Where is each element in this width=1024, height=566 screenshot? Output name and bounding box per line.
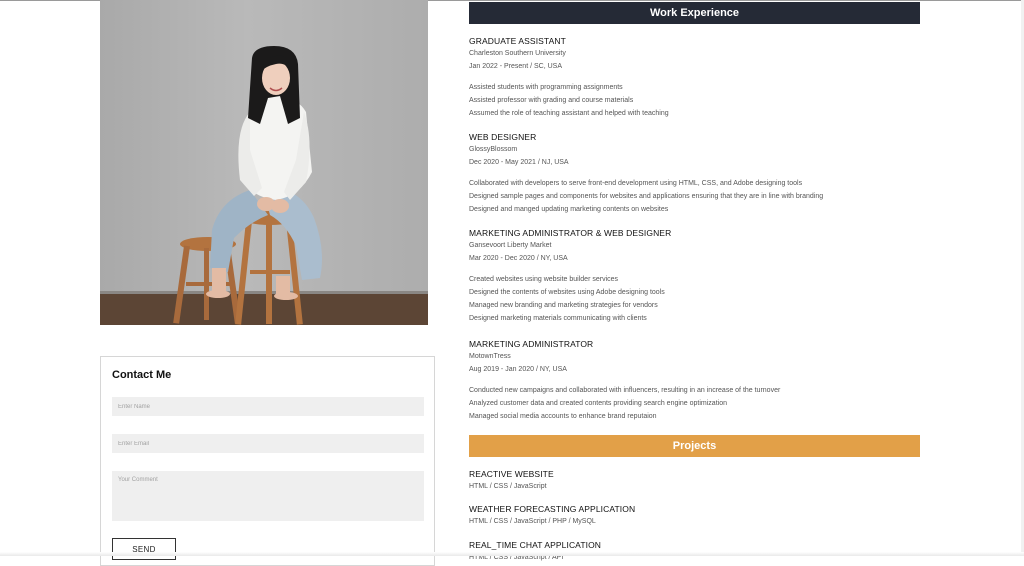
job-duty: Created websites using website builder s…: [469, 276, 619, 283]
job-company: Gansevoort Liberty Market: [469, 242, 552, 249]
job-title: GRADUATE ASSISTANT: [469, 36, 566, 46]
project-tech: HTML / CSS / JavaScript: [469, 483, 547, 490]
job-entry: GRADUATE ASSISTANT Charleston Southern U…: [469, 36, 929, 120]
profile-photo-illustration: [100, 46, 428, 325]
job-entry: WEB DESIGNER GlossyBlossom Dec 2020 - Ma…: [469, 132, 929, 216]
project-entry: REACTIVE WEBSITE HTML / CSS / JavaScript: [469, 469, 929, 493]
job-period: Mar 2020 - Dec 2020 / NY, USA: [469, 255, 568, 262]
job-duty: Managed new branding and marketing strat…: [469, 302, 658, 309]
project-title: WEATHER FORECASTING APPLICATION: [469, 504, 636, 514]
job-duties: Collaborated with developers to serve fr…: [469, 177, 929, 216]
job-duty: Conducted new campaigns and collaborated…: [469, 387, 781, 394]
job-title: WEB DESIGNER: [469, 132, 537, 142]
job-title: MARKETING ADMINISTRATOR: [469, 339, 594, 349]
job-duty: Designed and manged updating marketing c…: [469, 206, 669, 213]
job-duty: Assisted students with programming assig…: [469, 84, 623, 91]
job-duties: Assisted students with programming assig…: [469, 81, 929, 120]
projects-heading: Projects: [469, 435, 920, 457]
contact-form: Contact Me SEND: [100, 356, 435, 566]
name-input[interactable]: [112, 397, 424, 416]
job-duty: Assisted professor with grading and cour…: [469, 97, 634, 104]
job-entry: MARKETING ADMINISTRATOR MotownTress Aug …: [469, 339, 929, 423]
job-duty: Analyzed customer data and created conte…: [469, 400, 727, 407]
job-period: Aug 2019 - Jan 2020 / NY, USA: [469, 366, 567, 373]
job-duty: Managed social media accounts to enhance…: [469, 413, 657, 420]
job-company: MotownTress: [469, 353, 511, 360]
job-duty: Designed the contents of websites using …: [469, 289, 665, 296]
job-period: Dec 2020 - May 2021 / NJ, USA: [469, 159, 569, 166]
job-duty: Assumed the role of teaching assistant a…: [469, 110, 669, 117]
job-company: GlossyBlossom: [469, 146, 518, 153]
job-duty: Designed sample pages and components for…: [469, 193, 824, 200]
job-entry: MARKETING ADMINISTRATOR & WEB DESIGNER G…: [469, 228, 929, 325]
job-duty: Collaborated with developers to serve fr…: [469, 180, 803, 187]
job-period: Jan 2022 - Present / SC, USA: [469, 63, 562, 70]
profile-photo: [100, 0, 428, 325]
contact-heading: Contact Me: [112, 369, 172, 381]
project-tech: HTML / CSS / JavaScript / PHP / MySQL: [469, 518, 596, 525]
send-button[interactable]: SEND: [112, 538, 176, 560]
job-duties: Created websites using website builder s…: [469, 273, 929, 325]
email-input[interactable]: [112, 434, 424, 453]
job-title: MARKETING ADMINISTRATOR & WEB DESIGNER: [469, 228, 672, 238]
comment-textarea[interactable]: [112, 471, 424, 521]
work-experience-heading: Work Experience: [469, 2, 920, 24]
bottom-shadow: [0, 552, 1024, 556]
job-company: Charleston Southern University: [469, 50, 566, 57]
project-entry: WEATHER FORECASTING APPLICATION HTML / C…: [469, 504, 929, 528]
job-duty: Designed marketing materials communicati…: [469, 315, 647, 322]
project-title: REACTIVE WEBSITE: [469, 469, 554, 479]
project-title: REAL_TIME CHAT APPLICATION: [469, 540, 602, 550]
job-duties: Conducted new campaigns and collaborated…: [469, 384, 929, 423]
